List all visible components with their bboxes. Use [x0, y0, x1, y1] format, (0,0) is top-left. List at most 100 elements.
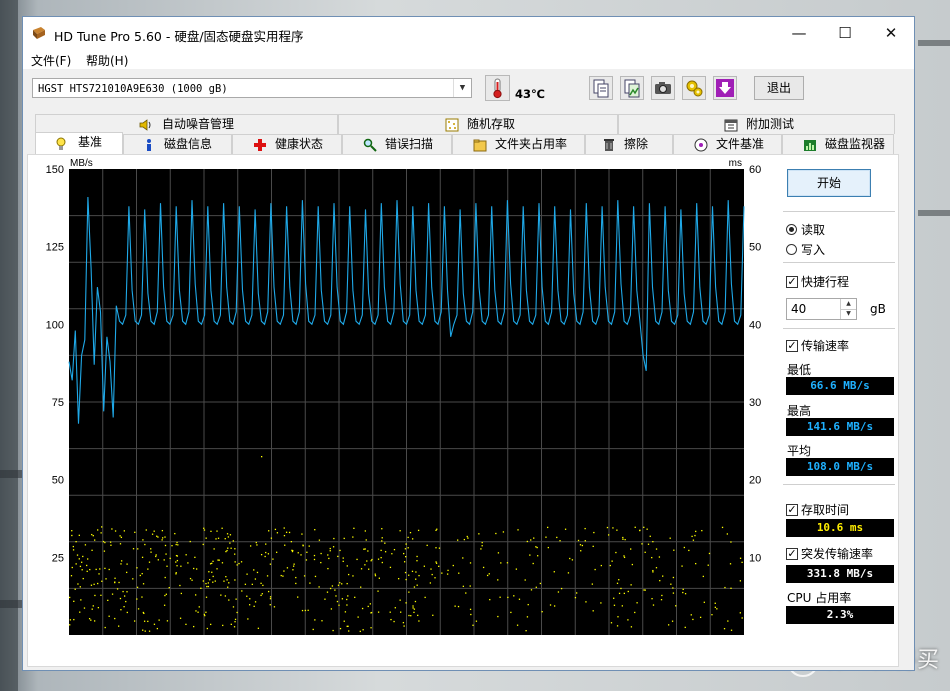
access-time-point [308, 545, 310, 547]
tab-error-scan-label: 错误扫描 [385, 137, 434, 151]
access-time-point [630, 584, 632, 586]
access-time-point [304, 609, 307, 612]
access-time-point [307, 609, 309, 611]
access-time-point [227, 547, 229, 549]
access-time-point [264, 555, 266, 558]
access-time-point [179, 617, 182, 619]
chevron-down-icon[interactable]: ▼ [453, 79, 471, 97]
spin-down-icon[interactable]: ▼ [840, 309, 856, 319]
access-time-point [265, 551, 267, 554]
tab-health[interactable]: 健康状态 [232, 134, 342, 154]
menu-file[interactable]: 文件(F) [31, 52, 71, 69]
minimize-button[interactable]: — [776, 17, 822, 49]
access-time-point [217, 537, 220, 539]
transfer-rate-checkbox[interactable]: ✓ [786, 340, 798, 352]
access-time-point [488, 573, 490, 575]
access-time-point [526, 540, 528, 543]
access-time-point [691, 535, 693, 538]
access-time-point [342, 557, 344, 559]
menu-help[interactable]: 帮助(H) [86, 52, 128, 69]
access-time-point [72, 545, 74, 548]
y-tick-label-left: 25 [52, 552, 64, 564]
access-time-value: 10.6 ms [786, 519, 894, 537]
access-time-point [93, 583, 95, 585]
access-time-point [469, 585, 471, 587]
copy-text-button[interactable] [589, 76, 613, 100]
info-icon [147, 139, 151, 151]
tab-disk-info[interactable]: 磁盘信息 [123, 134, 232, 154]
access-time-point [81, 561, 83, 563]
access-time-point [261, 593, 263, 595]
maximize-button[interactable]: ☐ [822, 17, 868, 49]
tab-file-benchmark[interactable]: 文件基准 [673, 134, 782, 154]
access-time-point [346, 598, 348, 601]
tab-row-bottom: 基准 磁盘信息 健康状态 错误扫描 文件夹占用率 擦除 文件基准 磁盘监视器 [35, 132, 896, 154]
tab-disk-info-label: 磁盘信息 [164, 137, 213, 151]
access-time-point [673, 549, 675, 551]
min-label: 最低 [787, 363, 812, 377]
access-time-point [221, 562, 224, 564]
read-radio[interactable] [786, 224, 797, 235]
options-button[interactable] [682, 76, 706, 100]
access-time-point [265, 543, 267, 545]
drive-select[interactable]: HGST HTS721010A9E630 (1000 gB) ▼ [32, 78, 472, 98]
access-time-point [651, 556, 653, 559]
left-axis-unit: MB/s [70, 158, 93, 169]
access-time-point [220, 594, 222, 596]
temperature-button[interactable] [485, 75, 510, 101]
tab-extra-tests[interactable]: 附加测试 [618, 114, 895, 134]
access-time-point [466, 535, 468, 538]
access-time-point [80, 599, 82, 601]
access-time-point [364, 530, 366, 532]
access-time-point [574, 596, 577, 599]
access-time-point [399, 599, 401, 601]
access-time-point [210, 623, 212, 626]
access-time-point [180, 592, 183, 595]
access-time-point [163, 559, 165, 561]
access-time-point [530, 539, 532, 541]
access-time-point [161, 539, 163, 541]
access-time-point [108, 615, 110, 617]
access-time-point [416, 555, 418, 558]
access-time-point [360, 586, 362, 588]
tab-disk-monitor[interactable]: 磁盘监视器 [782, 134, 894, 154]
access-time-point [73, 618, 75, 621]
burst-rate-checkbox[interactable]: ✓ [786, 548, 798, 560]
access-time-point [262, 584, 264, 587]
access-time-point [99, 568, 101, 570]
exit-button[interactable]: 退出 [754, 76, 804, 100]
tab-random-access[interactable]: 随机存取 [338, 114, 618, 134]
tab-folder-usage[interactable]: 文件夹占用率 [452, 134, 585, 154]
access-time-point [513, 595, 515, 597]
screenshot-button[interactable] [651, 76, 675, 100]
tab-erase[interactable]: 擦除 [585, 134, 673, 154]
access-time-point [97, 582, 99, 585]
tab-error-scan[interactable]: 错误扫描 [342, 134, 452, 154]
short-stroke-value: 40 [791, 302, 807, 316]
access-time-point [639, 529, 641, 532]
access-time-point [381, 537, 383, 539]
access-time-point [409, 531, 412, 534]
access-time-point [269, 598, 272, 600]
tab-noise-management[interactable]: 自动噪音管理 [35, 114, 338, 134]
short-stroke-input[interactable]: 40 ▲ ▼ [786, 298, 857, 320]
access-time-point [119, 597, 122, 600]
access-time-point [293, 563, 295, 565]
access-time-checkbox[interactable]: ✓ [786, 504, 798, 516]
access-time-point [391, 553, 393, 555]
short-stroke-checkbox[interactable]: ✓ [786, 276, 798, 288]
copy-image-button[interactable] [620, 76, 644, 100]
access-time-point [98, 573, 100, 575]
write-radio[interactable] [786, 244, 797, 255]
access-time-point [600, 564, 602, 567]
access-time-point [89, 568, 91, 571]
tab-benchmark[interactable]: 基准 [35, 132, 123, 154]
save-button[interactable] [713, 76, 737, 100]
access-time-point [671, 620, 674, 622]
access-time-point [435, 547, 437, 549]
access-time-point [368, 568, 370, 570]
transfer-rate-label: 传输速率 [801, 339, 850, 353]
start-button[interactable]: 开始 [787, 169, 871, 197]
access-time-point [324, 598, 326, 600]
close-button[interactable]: ✕ [868, 17, 914, 49]
